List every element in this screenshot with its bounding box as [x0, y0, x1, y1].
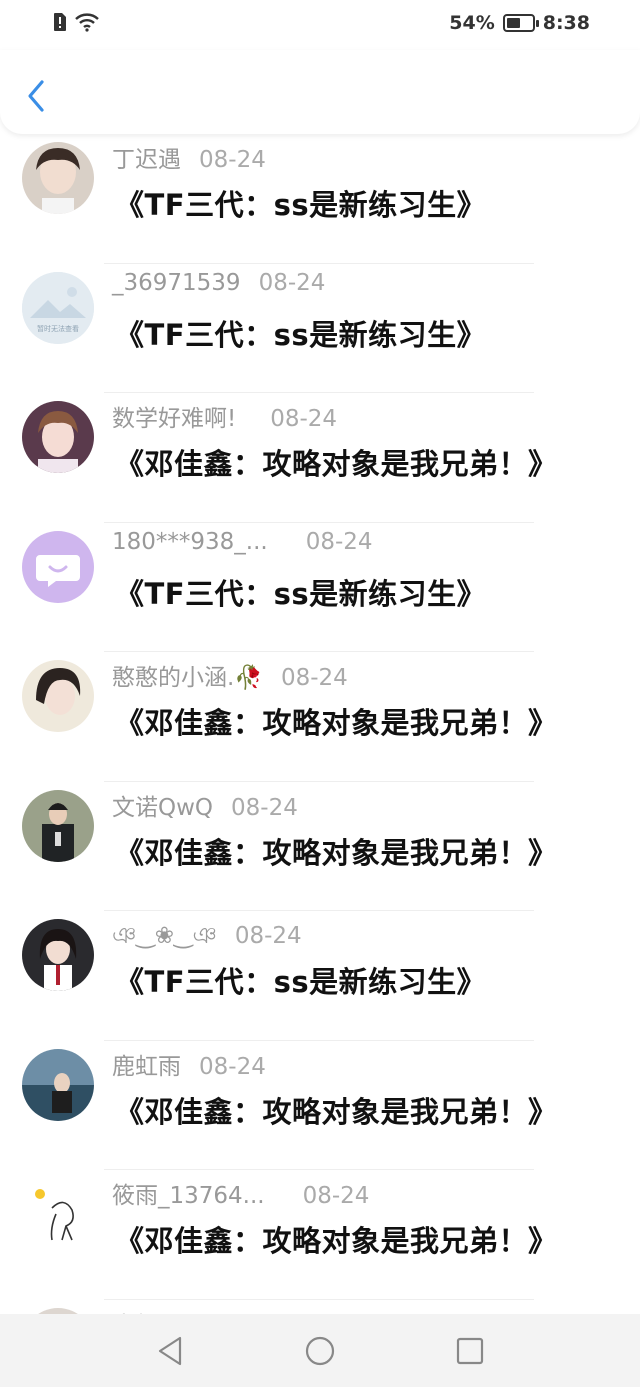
nav-back-button[interactable]	[150, 1331, 190, 1371]
user-name[interactable]: ঞ‿❀‿ঞ	[112, 917, 217, 956]
list-item[interactable]: 丁迟遇 08-24 《TF三代：ss是新练习生》	[0, 134, 640, 264]
item-date: 08-24	[280, 665, 348, 691]
user-name[interactable]: 文诺QwQ	[112, 788, 213, 822]
reader-list[interactable]: 丁迟遇 08-24 《TF三代：ss是新练习生》 暂时无法查看 _3697153…	[0, 134, 640, 1314]
user-name[interactable]: 数学好难啊!	[112, 399, 236, 433]
list-item[interactable]: 憨憨的小涵.🥀 08-24 《邓佳鑫：攻略对象是我兄弟！》	[0, 652, 640, 782]
list-item[interactable]: ঞ‿❀‿ঞ 08-24 《TF三代：ss是新练习生》	[0, 911, 640, 1041]
item-date: 08-24	[258, 269, 326, 296]
avatar[interactable]	[22, 1178, 94, 1250]
screen: 54% 8:38 丁迟遇 08-24 《TF三代：ss是新练习生》 暂时无法查看…	[0, 0, 640, 1387]
list-item[interactable]: 文诺QwQ 08-24 《邓佳鑫：攻略对象是我兄弟！》	[0, 782, 640, 911]
battery-icon	[502, 14, 539, 32]
item-meta: 鹿虹雨 08-24	[112, 1047, 266, 1081]
avatar[interactable]	[22, 789, 94, 862]
item-meta: _36971539 08-24	[112, 270, 325, 296]
user-name[interactable]: 憨憨的小涵.🥀	[112, 658, 263, 692]
header-bar	[0, 50, 640, 134]
status-right: 54% 8:38	[449, 12, 590, 34]
wifi-icon	[74, 12, 100, 36]
item-date: 08-24	[199, 1053, 266, 1080]
triangle-back-icon	[158, 1336, 182, 1365]
avatar[interactable]	[22, 401, 94, 473]
status-left	[52, 12, 100, 36]
list-item[interactable]: 180***938_... 08-24 《TF三代：ss是新练习生》	[0, 523, 640, 652]
item-meta: 数学好难啊! 08-24	[112, 399, 337, 433]
list-item[interactable]: 数学好难啊! 08-24 《邓佳鑫：攻略对象是我兄弟！》	[0, 393, 640, 523]
avatar[interactable]	[22, 1048, 94, 1121]
sim-alert-icon	[52, 12, 68, 36]
book-title[interactable]: 《邓佳鑫：攻略对象是我兄弟！》	[115, 1089, 558, 1131]
book-title[interactable]: 《TF三代：ss是新练习生》	[115, 312, 486, 354]
avatar[interactable]	[22, 919, 94, 991]
list-item[interactable]: 鹿虹雨 08-24 《邓佳鑫：攻略对象是我兄弟！》	[0, 1041, 640, 1170]
user-name[interactable]: 180***938_...	[112, 529, 268, 555]
book-title[interactable]: 《邓佳鑫：攻略对象是我兄弟！》	[115, 830, 558, 872]
user-name[interactable]: 丁迟遇	[112, 140, 181, 174]
user-name[interactable]: 鹿虹晨	[112, 1306, 181, 1315]
circle-home-icon	[305, 1336, 335, 1365]
clock: 8:38	[542, 12, 590, 34]
item-date: 08-24	[305, 528, 373, 555]
item-date: 08-24	[231, 794, 298, 821]
item-date: 08-24	[199, 147, 266, 173]
item-meta: 丁迟遇 08-24	[112, 140, 266, 174]
nav-recents-button[interactable]	[450, 1331, 490, 1371]
item-date: 08-24	[270, 406, 338, 432]
chevron-left-icon	[28, 80, 44, 112]
avatar-caption: 暂时无法查看	[37, 324, 79, 333]
list-item[interactable]: 鹿虹晨 08-24	[0, 1300, 640, 1315]
avatar[interactable]	[22, 530, 94, 603]
book-title[interactable]: 《TF三代：ss是新练习生》	[115, 959, 486, 1001]
item-meta: 鹿虹晨 08-24	[112, 1306, 266, 1315]
battery-fill	[506, 18, 520, 28]
book-title[interactable]: 《邓佳鑫：攻略对象是我兄弟！》	[115, 700, 558, 742]
battery-percent: 54%	[449, 12, 495, 34]
system-nav-bar	[0, 1314, 640, 1387]
item-meta: ঞ‿❀‿ঞ 08-24	[112, 917, 302, 956]
user-name[interactable]: 筱雨_13764...	[112, 1176, 265, 1210]
avatar[interactable]: 暂时无法查看	[22, 271, 94, 344]
book-title[interactable]: 《邓佳鑫：攻略对象是我兄弟！》	[115, 1218, 558, 1260]
book-title[interactable]: 《邓佳鑫：攻略对象是我兄弟！》	[115, 441, 558, 483]
user-name[interactable]: 鹿虹雨	[112, 1047, 181, 1081]
avatar[interactable]	[22, 142, 94, 214]
item-meta: 文诺QwQ 08-24	[112, 788, 298, 822]
book-title[interactable]: 《TF三代：ss是新练习生》	[115, 182, 486, 224]
list-item[interactable]: 筱雨_13764... 08-24 《邓佳鑫：攻略对象是我兄弟！》	[0, 1170, 640, 1300]
item-meta: 憨憨的小涵.🥀 08-24	[112, 658, 348, 692]
item-date: 08-24	[302, 1183, 370, 1209]
item-meta: 筱雨_13764... 08-24	[112, 1176, 369, 1210]
status-bar: 54% 8:38	[0, 0, 640, 50]
list-item[interactable]: 暂时无法查看 _36971539 08-24 《TF三代：ss是新练习生》	[0, 264, 640, 393]
user-name[interactable]: _36971539	[112, 270, 241, 296]
square-recents-icon	[456, 1337, 484, 1364]
nav-home-button[interactable]	[300, 1331, 340, 1371]
book-title[interactable]: 《TF三代：ss是新练习生》	[115, 571, 486, 613]
item-date: 08-24	[234, 923, 302, 949]
item-meta: 180***938_... 08-24	[112, 529, 373, 555]
avatar[interactable]	[22, 660, 94, 732]
back-button[interactable]	[18, 76, 54, 116]
